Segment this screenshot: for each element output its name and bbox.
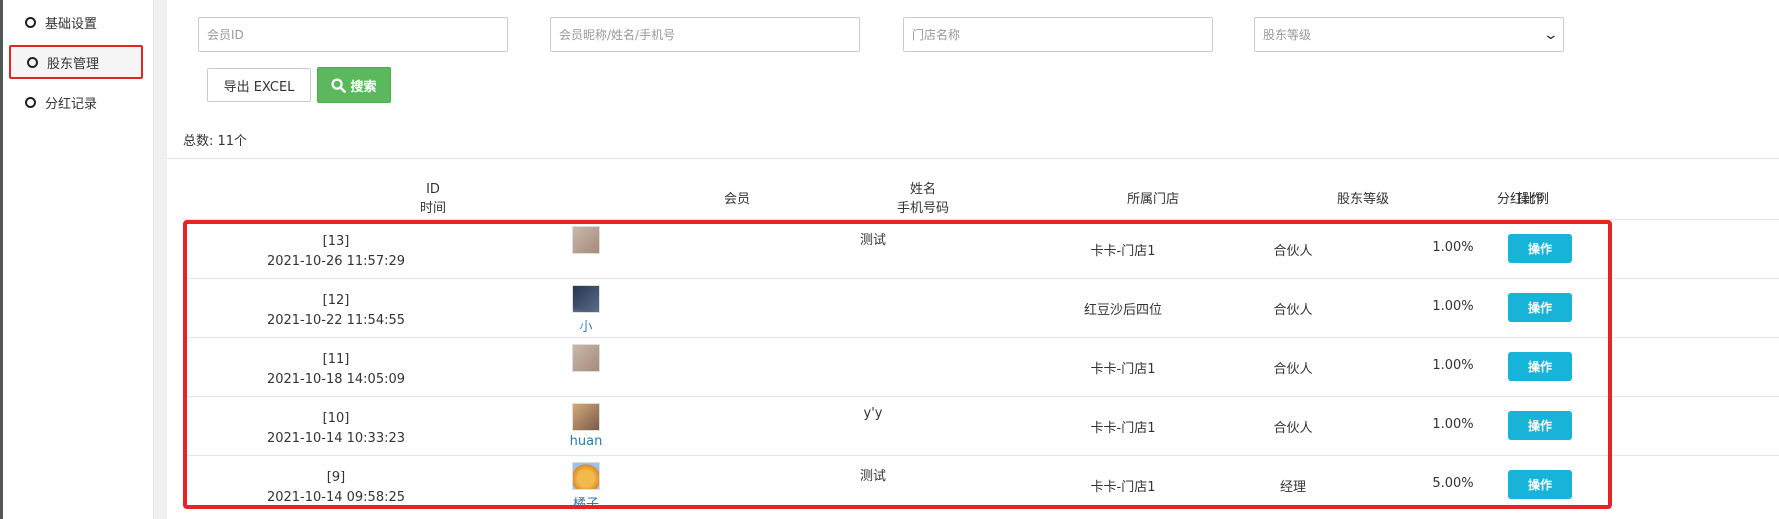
sidebar-item-label: 基础设置 bbox=[45, 16, 98, 32]
row-name: 测试 bbox=[859, 233, 886, 248]
sidebar: 基础设置 股东管理 分红记录 bbox=[3, 0, 154, 519]
nickname-placeholder: 会员昵称/姓名/手机号 bbox=[559, 28, 676, 42]
avatar bbox=[572, 344, 600, 372]
total-count: 总数: 11个 bbox=[183, 134, 248, 149]
row-store: 卡卡-门店1 bbox=[1090, 244, 1156, 259]
action-button[interactable]: 操作 bbox=[1508, 470, 1572, 499]
circle-outline-icon bbox=[27, 56, 38, 68]
row-id: [13] bbox=[322, 234, 350, 249]
row-time: 2021-10-26 11:57:29 bbox=[266, 254, 406, 269]
chevron-down-icon: ⌄ bbox=[1542, 26, 1560, 43]
avatar bbox=[572, 285, 600, 313]
table-row: [9] 2021-10-14 09:58:25 橘子 测试 卡卡-门店1 经理 … bbox=[183, 455, 1779, 514]
action-button[interactable]: 操作 bbox=[1508, 411, 1572, 440]
row-store: 卡卡-门店1 bbox=[1090, 362, 1156, 377]
header-store: 所属门店 bbox=[1126, 192, 1179, 207]
row-ratio: 1.00% bbox=[1432, 299, 1474, 314]
circle-outline-icon bbox=[25, 96, 36, 108]
table-row: [13] 2021-10-26 11:57:29 测试 卡卡-门店1 合伙人 1… bbox=[183, 219, 1779, 278]
table-row: [10] 2021-10-14 10:33:23 huan y'y 卡卡-门店1… bbox=[183, 396, 1779, 455]
search-button-label: 搜索 bbox=[350, 79, 377, 95]
row-time: 2021-10-22 11:54:55 bbox=[266, 313, 406, 328]
search-button[interactable]: 搜索 bbox=[317, 67, 391, 103]
row-id-time: [10] 2021-10-14 10:33:23 bbox=[233, 409, 439, 449]
store-name-placeholder: 门店名称 bbox=[912, 28, 961, 42]
row-id-time: [11] 2021-10-18 14:05:09 bbox=[233, 350, 439, 390]
action-button[interactable]: 操作 bbox=[1508, 234, 1572, 263]
header-time: 时间 bbox=[419, 201, 446, 216]
row-id-time: [9] 2021-10-14 09:58:25 bbox=[233, 468, 439, 508]
circle-outline-icon bbox=[25, 16, 36, 28]
row-level: 合伙人 bbox=[1273, 421, 1313, 436]
row-store: 红豆沙后四位 bbox=[1083, 303, 1162, 318]
row-level: 合伙人 bbox=[1273, 362, 1313, 377]
row-id-time: [12] 2021-10-22 11:54:55 bbox=[233, 291, 439, 331]
row-id-time: [13] 2021-10-26 11:57:29 bbox=[233, 232, 439, 272]
member-name-link[interactable]: huan bbox=[538, 434, 634, 449]
row-ratio: 1.00% bbox=[1432, 240, 1474, 255]
divider bbox=[167, 158, 1779, 159]
row-ratio: 5.00% bbox=[1432, 476, 1474, 491]
row-id: [11] bbox=[322, 352, 350, 367]
row-name: y'y bbox=[863, 406, 883, 421]
row-level: 合伙人 bbox=[1273, 303, 1313, 318]
sidebar-item-shareholder-management[interactable]: 股东管理 bbox=[9, 45, 143, 79]
row-time: 2021-10-18 14:05:09 bbox=[266, 372, 406, 387]
search-icon bbox=[331, 77, 347, 93]
store-name-input[interactable]: 门店名称 bbox=[903, 17, 1213, 52]
header-name: 姓名 bbox=[909, 182, 936, 197]
row-store: 卡卡-门店1 bbox=[1090, 421, 1156, 436]
table-row: [12] 2021-10-22 11:54:55 小 红豆沙后四位 合伙人 1.… bbox=[183, 278, 1779, 337]
shareholder-level-select[interactable]: 股东等级 ⌄ bbox=[1254, 17, 1564, 52]
action-button[interactable]: 操作 bbox=[1508, 293, 1572, 322]
shareholder-level-selected: 股东等级 bbox=[1263, 28, 1312, 42]
row-store: 卡卡-门店1 bbox=[1090, 480, 1156, 495]
redaction-blur bbox=[513, 313, 583, 329]
sidebar-item-dividend-records[interactable]: 分红记录 bbox=[9, 85, 143, 119]
row-time: 2021-10-14 09:58:25 bbox=[266, 490, 406, 505]
sidebar-item-label: 股东管理 bbox=[47, 56, 100, 72]
action-button[interactable]: 操作 bbox=[1508, 352, 1572, 381]
sidebar-item-label: 分红记录 bbox=[45, 96, 98, 112]
redaction-blur bbox=[763, 299, 873, 323]
row-ratio: 1.00% bbox=[1432, 358, 1474, 373]
row-level: 合伙人 bbox=[1273, 244, 1313, 259]
header-level: 股东等级 bbox=[1336, 192, 1389, 207]
avatar bbox=[572, 226, 600, 254]
main-panel: 会员ID 会员昵称/姓名/手机号 门店名称 股东等级 ⌄ 导出 EXCEL 搜索… bbox=[167, 0, 1779, 519]
header-member: 会员 bbox=[723, 192, 750, 207]
row-id: [12] bbox=[322, 293, 350, 308]
export-excel-button[interactable]: 导出 EXCEL bbox=[207, 68, 311, 102]
avatar bbox=[572, 462, 600, 490]
row-id: [10] bbox=[322, 411, 350, 426]
avatar bbox=[572, 403, 600, 431]
row-id: [9] bbox=[326, 470, 346, 485]
member-name-link[interactable]: 橘子 bbox=[538, 493, 634, 512]
row-time: 2021-10-14 10:33:23 bbox=[266, 431, 406, 446]
row-ratio: 1.00% bbox=[1432, 417, 1474, 432]
nickname-input[interactable]: 会员昵称/姓名/手机号 bbox=[550, 17, 860, 52]
member-id-input[interactable]: 会员ID bbox=[198, 17, 508, 52]
row-name: 测试 bbox=[859, 469, 886, 484]
row-level: 经理 bbox=[1279, 480, 1306, 495]
header-id: ID bbox=[426, 182, 440, 197]
header-action: 操作 bbox=[1517, 192, 1544, 207]
table-row: [11] 2021-10-18 14:05:09 卡卡-门店1 合伙人 1.00… bbox=[183, 337, 1779, 396]
header-phone: 手机号码 bbox=[896, 201, 949, 216]
sidebar-item-basic-settings[interactable]: 基础设置 bbox=[9, 5, 143, 39]
member-id-placeholder: 会员ID bbox=[207, 28, 244, 42]
